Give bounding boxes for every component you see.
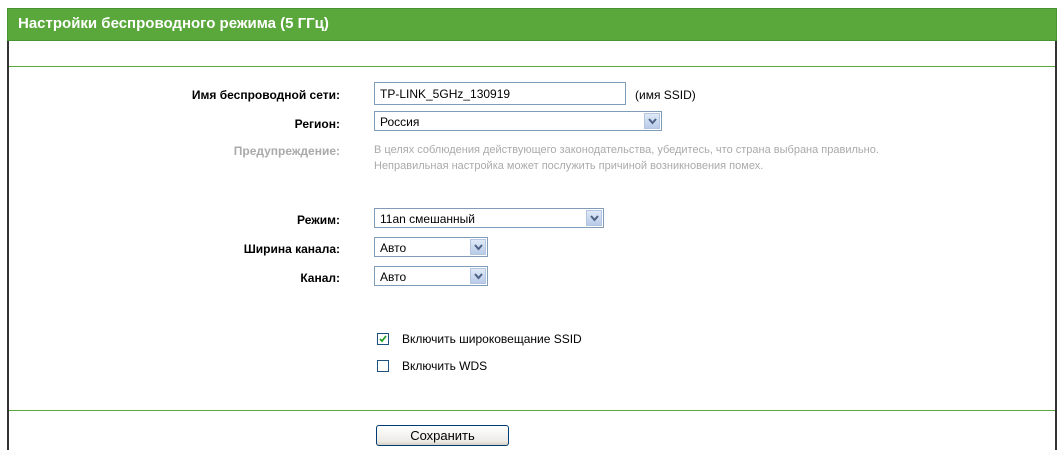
wds-label: Включить WDS <box>402 359 488 373</box>
region-select[interactable]: Россия <box>374 111 662 131</box>
page-header: Настройки беспроводного режима (5 ГГц) <box>7 8 1057 41</box>
ssid-label: Имя беспроводной сети: <box>191 88 340 102</box>
mode-select[interactable]: 11an смешанный <box>374 208 604 228</box>
channel-label: Канал: <box>300 271 340 285</box>
checkmark-icon <box>379 335 387 343</box>
chevron-down-icon <box>586 210 602 226</box>
ssid-input[interactable] <box>374 82 626 105</box>
wds-checkbox[interactable] <box>377 360 389 372</box>
warning-label: Предупреждение: <box>233 144 340 158</box>
channel-value: Авто <box>380 270 407 284</box>
separator-bottom <box>9 410 1055 411</box>
channel-width-select[interactable]: Авто <box>374 237 488 257</box>
region-value: Россия <box>380 115 420 129</box>
chevron-down-icon <box>470 268 486 284</box>
separator-top <box>9 66 1055 67</box>
ssid-broadcast-checkbox[interactable] <box>377 333 389 345</box>
frame-left-border <box>7 40 9 450</box>
chevron-down-icon <box>644 113 660 129</box>
region-label: Регион: <box>294 117 340 131</box>
mode-value: 11an смешанный <box>380 212 475 226</box>
chevron-down-icon <box>470 239 486 255</box>
mode-label: Режим: <box>297 213 340 227</box>
ssid-hint: (имя SSID) <box>635 88 696 102</box>
page-title: Настройки беспроводного режима (5 ГГц) <box>18 15 329 32</box>
ssid-broadcast-label: Включить широковещание SSID <box>402 332 582 346</box>
channel-width-value: Авто <box>380 241 407 255</box>
channel-width-label: Ширина канала: <box>243 242 340 256</box>
warning-text-line1: В целях соблюдения действующего законода… <box>374 144 879 156</box>
frame-right-border <box>1055 40 1057 450</box>
save-button[interactable]: Сохранить <box>376 425 509 446</box>
channel-select[interactable]: Авто <box>374 266 488 286</box>
warning-text-line2: Неправильная настройка может послужить п… <box>374 160 764 172</box>
